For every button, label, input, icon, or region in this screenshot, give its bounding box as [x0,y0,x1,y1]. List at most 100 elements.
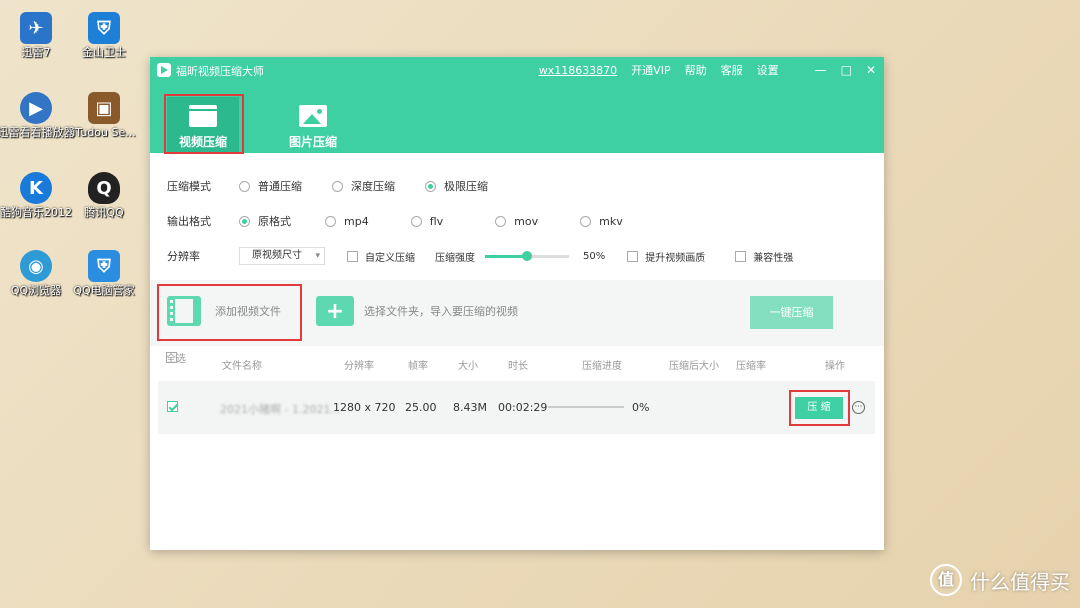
radio-icon [410,215,422,227]
output-format-row: 输出格式 原格式 mp4 flv mov mkv [167,213,653,229]
desktop-icon-qq[interactable]: Q 腾讯QQ [64,172,144,219]
thunder-icon: ✈ [20,12,52,44]
header-resolution: 分辨率 [344,361,374,372]
header-size: 大小 [458,361,478,372]
resolution-label: 分辨率 [167,250,200,263]
app-title: 福昕视频压缩大师 [176,65,264,78]
mode-option-deep[interactable]: 深度压缩 [332,178,395,194]
format-option-mkv[interactable]: mkv [580,215,623,228]
option-label: mov [514,214,539,228]
mode-option-extreme[interactable]: 极限压缩 [425,178,488,194]
desktop-icon-label: 金山卫士 [82,46,126,59]
desktop-icon-tudou[interactable]: ▣ iTudou Se... [64,92,144,139]
option-label: mp4 [344,214,369,228]
checkbox-icon [627,250,639,262]
watermark-logo-icon: 值 [930,564,962,596]
radio-selected-icon [239,215,250,227]
add-folder-button[interactable]: + 选择文件夹，导入要压缩的视频 [316,296,518,326]
service-link[interactable]: 客服 [721,62,743,78]
more-options-icon[interactable]: ··· [852,401,865,414]
window-controls: — □ ✕ [801,63,876,77]
xunlei-player-icon: ▶ [20,92,52,124]
radio-selected-icon [425,180,436,192]
slider-fill [485,254,527,258]
option-label: 兼容性强 [753,252,794,264]
radio-icon [332,180,343,192]
row-progress-text: 0% [632,401,650,414]
option-label: 普通压缩 [258,180,302,193]
row-resolution: 1280 x 720 [333,401,396,414]
vip-link[interactable]: 开通VIP [631,62,670,78]
option-label: 极限压缩 [444,180,488,193]
header-duration: 时长 [508,361,528,372]
kingsoft-guard-icon: ⛨ [88,12,120,44]
highlight-box-add-file [157,284,302,341]
strength-slider[interactable] [485,250,569,261]
table-header: 全选 文件名称 分辨率 帧率 大小 时长 压缩进度 压缩后大小 压缩率 操作 [150,350,884,376]
format-option-original[interactable]: 原格式 [239,213,291,229]
resolution-row: 分辨率 原视频尺寸 自定义压缩 压缩强度 50% 提升视频画质 兼容性强 [167,247,793,265]
qq-browser-icon: ◉ [20,250,52,282]
option-label: mkv [599,214,623,228]
watermark: 值 什么值得买 [930,564,1070,596]
tudou-icon: ▣ [88,92,120,124]
mode-option-normal[interactable]: 普通压缩 [239,178,302,194]
watermark-text: 什么值得买 [970,569,1070,594]
one-click-compress-button[interactable]: 一键压缩 [750,296,833,329]
resolution-select[interactable]: 原视频尺寸 [239,247,325,265]
maximize-icon[interactable]: □ [841,63,852,77]
output-format-label: 输出格式 [167,215,211,228]
account-link[interactable]: wx118633870 [539,64,618,77]
row-duration: 00:02:29 [498,401,548,414]
option-label: 提升视频画质 [645,252,706,264]
format-option-mov[interactable]: mov [495,215,538,228]
row-size: 8.43M [453,401,487,414]
strength-value: 50% [583,250,606,262]
header-ratio: 压缩率 [736,361,766,372]
option-label: 深度压缩 [351,180,395,193]
checkbox-icon [347,250,358,262]
header-progress: 压缩进度 [582,361,622,372]
compress-mode-row: 压缩模式 普通压缩 深度压缩 极限压缩 [167,178,518,194]
minimize-icon[interactable]: — [815,63,827,77]
strength-label: 压缩强度 [435,252,475,264]
app-window: 福昕视频压缩大师 wx118633870 开通VIP 帮助 客服 设置 — □ … [150,57,884,550]
option-label: 原格式 [258,215,291,228]
table-row[interactable]: 2021小猪啊 - 1.2021... 1280 x 720 25.00 8.4… [158,381,875,434]
tab-image-compress[interactable]: 图片压缩 [277,97,349,153]
help-link[interactable]: 帮助 [685,62,707,78]
compatibility-checkbox[interactable]: 兼容性强 [735,249,793,264]
radio-icon [495,215,507,227]
header-compressed-size: 压缩后大小 [669,361,719,372]
row-filename: 2021小猪啊 - 1.2021... [220,403,341,416]
top-nav: wx118633870 开通VIP 帮助 客服 设置 — □ ✕ [525,62,876,78]
option-label: flv [429,214,444,228]
radio-icon [325,215,336,227]
app-logo-icon [157,63,171,77]
desktop-icon-kingsoft[interactable]: ⛨ 金山卫士 [64,12,144,59]
row-checkbox[interactable] [167,401,185,412]
qq-penguin-icon: Q [88,172,120,204]
desktop-icon-qq-manager[interactable]: ⛨ QQ电脑管家 [64,250,144,297]
desktop-icon-label: QQ电脑管家 [73,284,135,297]
slider-knob[interactable] [522,250,532,261]
option-label: 自定义压缩 [365,252,415,264]
format-option-mp4[interactable]: mp4 [325,215,369,228]
checkbox-checked-icon [167,401,178,412]
row-fps: 25.00 [405,401,437,414]
qq-pc-manager-icon: ⛨ [88,250,120,282]
checkbox-icon [735,250,747,262]
enhance-quality-checkbox[interactable]: 提升视频画质 [627,249,705,264]
kugou-icon: K [20,172,52,204]
header-actions: 操作 [825,361,845,372]
image-icon [299,105,327,127]
radio-icon [239,180,250,192]
custom-compress-checkbox[interactable]: 自定义压缩 [347,249,415,264]
header-fps: 帧率 [408,361,428,372]
settings-link[interactable]: 设置 [757,62,779,78]
title-bar[interactable]: 福昕视频压缩大师 wx118633870 开通VIP 帮助 客服 设置 — □ … [150,57,884,153]
desktop-icon-label: 腾讯QQ [84,206,124,219]
header-filename: 文件名称 [222,361,262,372]
format-option-flv[interactable]: flv [410,214,444,228]
close-icon[interactable]: ✕ [866,63,876,77]
